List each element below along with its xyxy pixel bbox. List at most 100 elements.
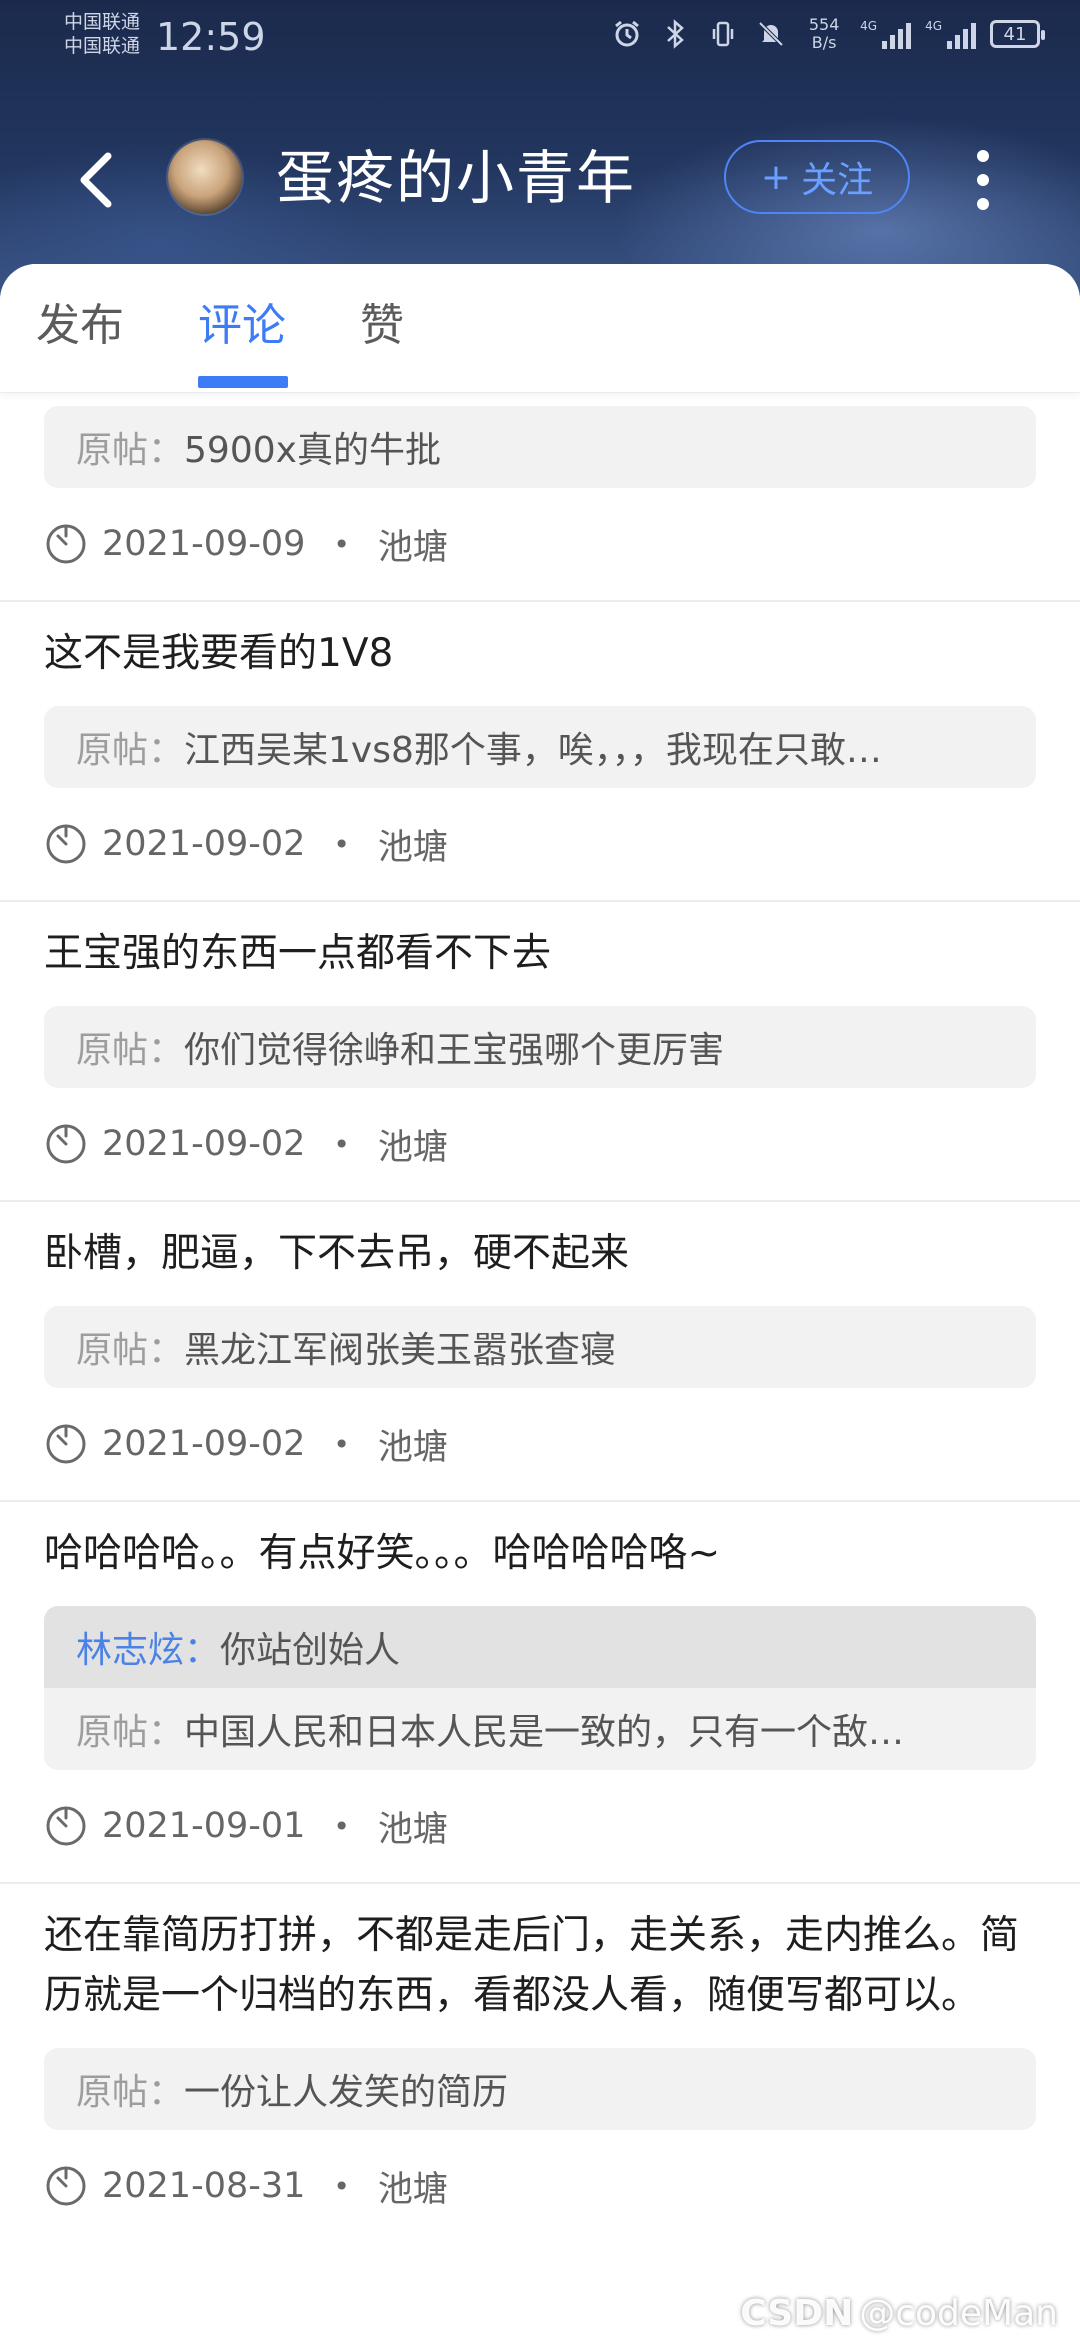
signal-strength-1: 4G [860,19,912,49]
original-post-prefix: 原帖： [76,730,185,771]
replied-comment[interactable]: 林志炫： 你站创始人 [44,1606,1036,1688]
original-post-title: 江西吴某1vs8那个事，唉，，，我现在只敢… [184,730,882,771]
tab-likes[interactable]: 赞 [360,300,404,352]
watermark-logo: CSDN [740,2293,854,2334]
separator-dot: • [333,1127,350,1161]
clock-icon [46,1424,86,1464]
back-button[interactable] [60,144,132,216]
separator-dot: • [333,527,350,561]
original-post-prefix: 原帖： [76,430,185,471]
separator-dot: • [333,827,350,861]
vibrate-icon [706,17,740,51]
carrier-2: 中国联通 [64,35,141,57]
active-tab-indicator [198,376,288,388]
original-post-box[interactable]: 林志炫： 你站创始人 原帖： 中国人民和日本人民是一致的，只有一个敌… [44,1606,1036,1770]
original-post-box[interactable]: 原帖： 黑龙江军阀张美玉嚣张查寝 [44,1306,1036,1388]
original-post[interactable]: 原帖： 一份让人发笑的简历 [44,2048,1036,2130]
clock-icon [46,824,86,864]
plus-icon: + [760,156,792,198]
original-post[interactable]: 原帖： 江西吴某1vs8那个事，唉，，，我现在只敢… [44,706,1036,788]
comment-date: 2021-09-02 [102,824,306,864]
original-post[interactable]: 原帖： 你们觉得徐峥和王宝强哪个更厉害 [44,1006,1036,1088]
comment-meta: 2021-09-09 • 池塘 [44,488,1036,600]
comment-text: 王宝强的东西一点都看不下去 [44,931,552,976]
net-speed: 554 B/s [802,16,846,52]
original-post-title: 黑龙江军阀张美玉嚣张查寝 [184,1330,617,1371]
reply-text: 你站创始人 [220,1630,401,1671]
avatar[interactable] [168,140,242,214]
tab-publish[interactable]: 发布 [36,300,124,352]
comment-date: 2021-09-01 [102,1806,306,1846]
chevron-left-icon [80,152,112,208]
original-post[interactable]: 原帖： 黑龙江军阀张美玉嚣张查寝 [44,1306,1036,1388]
original-post-title: 一份让人发笑的简历 [184,2072,509,2113]
follow-button[interactable]: + 关注 [724,140,910,214]
comment-meta: 2021-09-02 • 池塘 [44,1088,1036,1200]
reply-user-name[interactable]: 林志炫： [76,1621,220,1673]
comment-category[interactable]: 池塘 [378,519,448,570]
comment-meta: 2021-08-31 • 池塘 [44,2130,1036,2242]
comment-text: 哈哈哈哈。。有点好笑。。。哈哈哈哈咯~ [44,1531,721,1576]
separator-dot: • [333,1809,350,1843]
comment-text: 还在靠简历打拼，不都是走后门，走关系，走内推么。简历就是一个归档的东西，看都没人… [44,1913,1020,2018]
mute-bell-icon [754,17,788,51]
comment-date: 2021-08-31 [102,2166,306,2206]
clock-icon [46,1806,86,1846]
profile-app-bar: 蛋疼的小青年 + 关注 [0,120,1080,240]
comment-item[interactable]: 这不是我要看的1V8 原帖： 江西吴某1vs8那个事，唉，，，我现在只敢… 20… [0,602,1080,902]
comment-text: 这不是我要看的1V8 [44,631,394,676]
comment-meta: 2021-09-01 • 池塘 [44,1770,1036,1882]
separator-dot: • [333,1427,350,1461]
more-vertical-icon [977,150,989,162]
comment-item[interactable]: 原帖： 5900x真的牛批 2021-09-09 • 池塘 [0,406,1080,602]
separator-dot: • [333,2169,350,2203]
comment-item[interactable]: 哈哈哈哈。。有点好笑。。。哈哈哈哈咯~ 林志炫： 你站创始人 原帖： 中国人民和… [0,1502,1080,1884]
watermark: CSDN @codeMan [740,2293,1058,2334]
status-icons: 554 B/s 4G 4G 41 [610,16,1045,52]
comment-meta: 2021-09-02 • 池塘 [44,1388,1036,1500]
user-name: 蛋疼的小青年 [276,144,637,212]
original-post-box[interactable]: 原帖： 5900x真的牛批 [44,406,1036,488]
clock-icon [46,1124,86,1164]
comment-category[interactable]: 池塘 [378,1801,448,1852]
content-sheet: 发布 评论 赞 原帖： 5900x真的牛批 2021-09-09 • 池塘 这不… [0,264,1080,2340]
more-options-button[interactable] [958,140,1008,220]
comment-category[interactable]: 池塘 [378,2161,448,2212]
clock-icon [46,2166,86,2206]
original-post-prefix: 原帖： [76,1712,185,1753]
original-post[interactable]: 原帖： 中国人民和日本人民是一致的，只有一个敌… [44,1688,1036,1770]
watermark-text: @codeMan [859,2293,1058,2334]
original-post-box[interactable]: 原帖： 一份让人发笑的简历 [44,2048,1036,2130]
alarm-icon [610,17,644,51]
comment-list: 原帖： 5900x真的牛批 2021-09-09 • 池塘 这不是我要看的1V8… [0,396,1080,2242]
original-post-title: 5900x真的牛批 [184,430,441,471]
original-post[interactable]: 原帖： 5900x真的牛批 [44,406,1036,488]
follow-label: 关注 [801,160,874,201]
tab-bar: 发布 评论 赞 [0,264,1080,393]
comment-date: 2021-09-02 [102,1124,306,1164]
comment-item[interactable]: 王宝强的东西一点都看不下去 原帖： 你们觉得徐峥和王宝强哪个更厉害 2021-0… [0,902,1080,1202]
comment-category[interactable]: 池塘 [378,1119,448,1170]
comment-text: 卧槽，肥逼，下不去吊，硬不起来 [44,1231,630,1276]
clock-icon [46,524,86,564]
tab-comments[interactable]: 评论 [198,300,286,352]
comment-date: 2021-09-02 [102,1424,306,1464]
original-post-prefix: 原帖： [76,2072,185,2113]
battery-level: 41 [1003,23,1027,45]
original-post-box[interactable]: 原帖： 你们觉得徐峥和王宝强哪个更厉害 [44,1006,1036,1088]
original-post-prefix: 原帖： [76,1330,185,1371]
comment-category[interactable]: 池塘 [378,1419,448,1470]
original-post-box[interactable]: 原帖： 江西吴某1vs8那个事，唉，，，我现在只敢… [44,706,1036,788]
signal-1-label: 4G [860,19,878,33]
status-bar: 中国联通 中国联通 12:59 554 B/s 4G 4G 41 [0,0,1080,75]
net-speed-unit: B/s [811,33,837,52]
original-post-title: 你们觉得徐峥和王宝强哪个更厉害 [184,1030,725,1071]
carrier-1: 中国联通 [64,11,141,33]
signal-2-label: 4G [925,19,942,33]
comment-meta: 2021-09-02 • 池塘 [44,788,1036,900]
comment-item[interactable]: 还在靠简历打拼，不都是走后门，走关系，走内推么。简历就是一个归档的东西，看都没人… [0,1884,1080,2242]
net-speed-value: 554 [808,15,840,34]
comment-item[interactable]: 卧槽，肥逼，下不去吊，硬不起来 原帖： 黑龙江军阀张美玉嚣张查寝 2021-09… [0,1202,1080,1502]
status-time: 12:59 [156,15,266,59]
comment-category[interactable]: 池塘 [378,819,448,870]
